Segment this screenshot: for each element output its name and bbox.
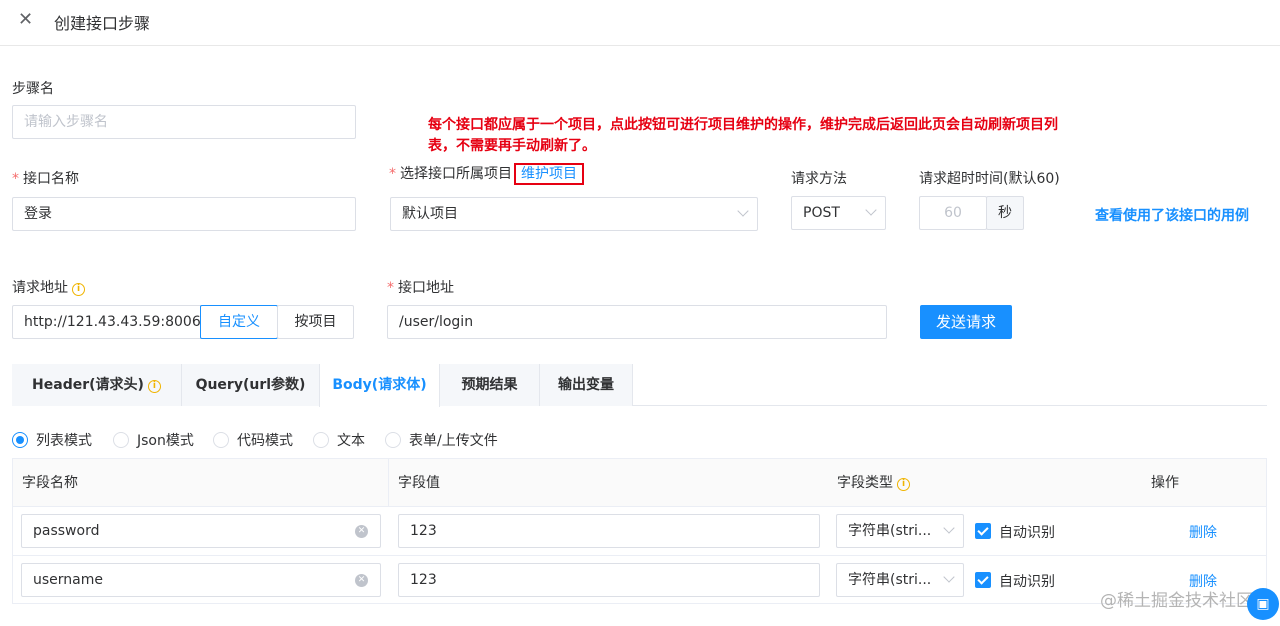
annotation-note: 每个接口都应属于一个项目，点此按钮可进行项目维护的操作，维护完成后返回此页会自动…: [428, 115, 1198, 157]
view-usage-link[interactable]: 查看使用了该接口的用例: [1095, 205, 1249, 225]
required-mark: *: [387, 280, 394, 296]
request-url-label-text: 请求地址: [12, 280, 68, 296]
mode-code-label: 代码模式: [237, 433, 293, 449]
mode-form[interactable]: 表单/上传文件: [385, 430, 498, 450]
radio-icon: [213, 432, 229, 448]
api-path-label: * 接口地址: [387, 277, 454, 297]
clear-icon[interactable]: ✕: [355, 525, 368, 538]
chevron-down-icon: [943, 571, 955, 583]
info-icon: i: [147, 380, 161, 393]
method-select-value: POST: [803, 205, 840, 221]
project-select-value: 默认项目: [402, 206, 458, 222]
mode-form-label: 表单/上传文件: [409, 433, 498, 449]
tab-header-label: Header(请求头): [32, 377, 144, 393]
field-type-select[interactable]: 字符串(stri...: [836, 514, 964, 548]
mode-code[interactable]: 代码模式: [213, 430, 293, 450]
send-request-button[interactable]: 发送请求: [920, 305, 1012, 339]
info-icon: i: [897, 478, 910, 491]
mode-text[interactable]: 文本: [313, 430, 365, 450]
info-icon: i: [72, 283, 85, 296]
field-name-input[interactable]: username ✕: [21, 563, 381, 597]
request-tabs: Header(请求头) i Query(url参数) Body(请求体) 预期结果…: [12, 364, 1267, 407]
custom-button[interactable]: 自定义: [200, 305, 278, 339]
annotation-line-2: 表，不需要再手动刷新了。: [428, 138, 596, 154]
interface-name-input[interactable]: 登录: [12, 197, 356, 231]
method-select[interactable]: POST: [791, 196, 886, 230]
table-row: password ✕ 123 字符串(stri... 自动识别 删除: [13, 507, 1266, 556]
step-name-input[interactable]: 请输入步骤名: [12, 105, 356, 139]
tab-output[interactable]: 输出变量: [540, 364, 633, 406]
mode-json[interactable]: Json模式: [113, 430, 194, 450]
tab-query[interactable]: Query(url参数): [182, 364, 320, 406]
auto-detect-label: 自动识别: [999, 525, 1055, 541]
auto-detect-label: 自动识别: [999, 574, 1055, 590]
mode-list-label: 列表模式: [36, 433, 92, 449]
maintain-project-link[interactable]: 维护项目: [514, 163, 584, 185]
tab-body[interactable]: Body(请求体): [319, 364, 440, 407]
api-path-label-text: 接口地址: [398, 280, 454, 296]
mode-json-label: Json模式: [137, 433, 194, 449]
radio-icon: [385, 432, 401, 448]
api-path-input[interactable]: /user/login: [387, 305, 887, 339]
chevron-down-icon: [943, 522, 955, 534]
column-header-type-label: 字段类型: [837, 475, 893, 491]
mode-text-label: 文本: [337, 433, 365, 449]
interface-name-label: * 接口名称: [12, 168, 79, 188]
radio-checked-icon: [12, 432, 28, 448]
mode-list[interactable]: 列表模式: [12, 430, 92, 450]
method-label: 请求方法: [791, 171, 847, 187]
column-header-action: 操作: [1142, 459, 1266, 507]
required-mark: *: [12, 171, 19, 187]
interface-name-label-text: 接口名称: [23, 171, 79, 187]
clear-icon[interactable]: ✕: [355, 574, 368, 587]
tab-header[interactable]: Header(请求头) i: [12, 364, 182, 406]
chevron-down-icon: [737, 205, 749, 217]
delete-button[interactable]: 删除: [1189, 522, 1217, 542]
tab-expected[interactable]: 预期结果: [440, 364, 540, 406]
dialog-header: ✕ 创建接口步骤: [0, 0, 1280, 46]
radio-icon: [113, 432, 129, 448]
timeout-unit: 秒: [986, 196, 1024, 230]
fields-table: 字段名称 字段值 字段类型 i 操作 password ✕ 123 字符串(stri…: [12, 458, 1267, 604]
field-value-input[interactable]: 123: [398, 563, 820, 597]
column-header-type: 字段类型 i: [828, 459, 1143, 507]
chat-icon[interactable]: ▣: [1247, 588, 1279, 620]
field-type-value: 字符串(stri...: [848, 523, 932, 539]
annotation-line-1: 每个接口都应属于一个项目，点此按钮可进行项目维护的操作，维护完成后返回此页会自动…: [428, 117, 1058, 133]
field-type-select[interactable]: 字符串(stri...: [836, 563, 964, 597]
field-type-value: 字符串(stri...: [848, 572, 932, 588]
project-label-text: 选择接口所属项目: [400, 166, 512, 182]
auto-detect-checkbox[interactable]: [975, 523, 991, 539]
request-url-input[interactable]: http://121.43.43.59:8006: [12, 305, 202, 339]
field-name-input[interactable]: password ✕: [21, 514, 381, 548]
radio-icon: [313, 432, 329, 448]
table-row: username ✕ 123 字符串(stri... 自动识别 删除: [13, 556, 1266, 604]
auto-detect-checkbox[interactable]: [975, 572, 991, 588]
required-mark: *: [389, 166, 396, 182]
column-header-name: 字段名称: [13, 459, 389, 507]
field-value-input[interactable]: 123: [398, 514, 820, 548]
timeout-label: 请求超时时间(默认60): [919, 171, 1060, 187]
by-project-button[interactable]: 按项目: [277, 305, 354, 339]
timeout-input[interactable]: 60: [919, 196, 987, 230]
project-label: * 选择接口所属项目 维护项目: [389, 163, 584, 185]
close-icon[interactable]: ✕: [18, 9, 33, 30]
request-url-label: 请求地址 i: [12, 277, 85, 297]
chevron-down-icon: [865, 204, 877, 216]
watermark: @稀土掘金技术社区: [1100, 591, 1253, 611]
dialog-title: 创建接口步骤: [54, 14, 151, 33]
step-name-label: 步骤名: [12, 81, 54, 97]
column-header-value: 字段值: [389, 459, 829, 507]
project-select[interactable]: 默认项目: [390, 197, 758, 231]
field-name-value: username: [33, 572, 103, 588]
field-name-value: password: [33, 523, 100, 539]
